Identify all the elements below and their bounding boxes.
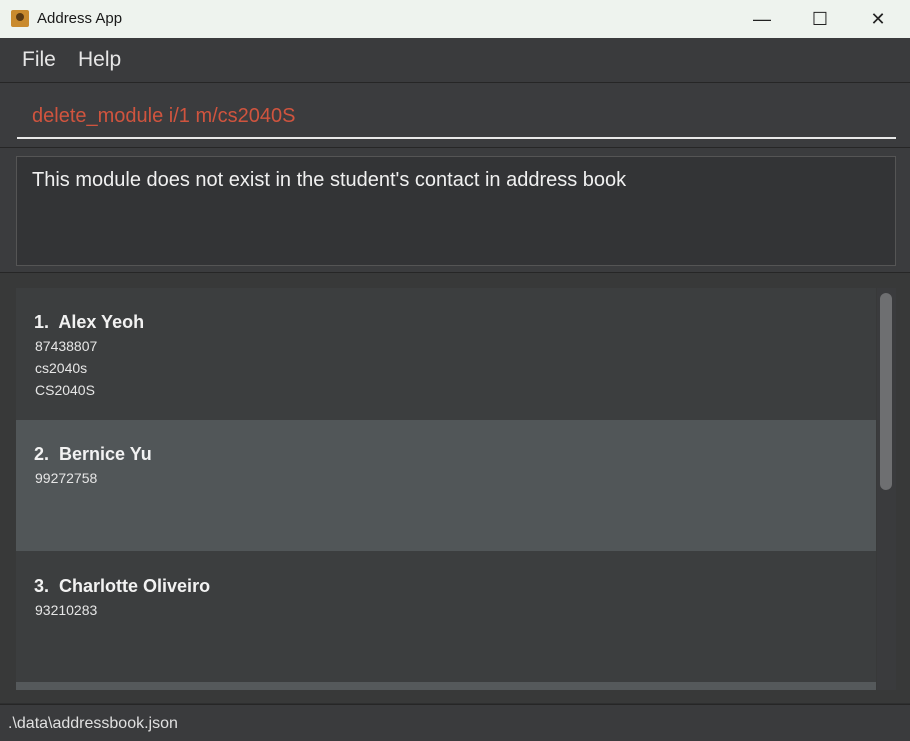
person-index: 1. [34, 312, 50, 332]
command-input[interactable] [17, 96, 896, 139]
address-app-window: Address App — ☐ ✕ File Help This module … [0, 0, 910, 741]
result-display: This module does not exist in the studen… [16, 156, 896, 266]
app-icon [11, 10, 29, 27]
person-phone: 99272758 [35, 470, 98, 486]
menu-file[interactable]: File [22, 48, 56, 72]
maximize-icon: ☐ [811, 8, 829, 29]
window-title: Address App [37, 10, 123, 27]
status-bar: .\data\addressbook.json [0, 704, 910, 741]
menu-bar: File Help [0, 38, 910, 83]
person-module: CS2040S [35, 382, 95, 398]
person-card[interactable]: 1. Alex Yeoh 87438807 cs2040s CS2040S [16, 288, 876, 419]
person-name: 1. Alex Yeoh [34, 312, 144, 333]
close-icon: ✕ [870, 8, 886, 29]
next-card-edge [16, 682, 876, 690]
person-phone: 93210283 [35, 602, 98, 618]
maximize-button[interactable]: ☐ [791, 0, 849, 38]
person-card[interactable]: 2. Bernice Yu 99272758 [16, 420, 876, 551]
status-file-path: .\data\addressbook.json [8, 715, 178, 732]
title-bar[interactable]: Address App — ☐ ✕ [0, 0, 910, 38]
menu-help[interactable]: Help [78, 48, 121, 72]
person-index: 3. [34, 576, 50, 596]
person-name-text: Charlotte Oliveiro [59, 576, 211, 596]
close-button[interactable]: ✕ [849, 0, 907, 38]
person-module: cs2040s [35, 360, 88, 376]
person-name-text: Alex Yeoh [58, 312, 145, 332]
minimize-icon: — [753, 8, 771, 29]
person-list[interactable]: 3. Charlotte Oliveiro 93210283 2. Bernice … [16, 288, 876, 690]
minimize-button[interactable]: — [733, 0, 791, 38]
person-list-scrollbar[interactable] [877, 288, 896, 690]
person-name-text: Bernice Yu [59, 444, 152, 464]
result-message: This module does not exist in the studen… [32, 169, 627, 191]
scrollbar-thumb[interactable] [880, 293, 892, 490]
person-card[interactable]: 3. Charlotte Oliveiro 93210283 [16, 552, 876, 683]
person-index: 2. [34, 444, 50, 464]
person-name: 3. Charlotte Oliveiro [34, 576, 210, 597]
person-phone: 87438807 [35, 338, 98, 354]
person-name: 2. Bernice Yu [34, 444, 152, 465]
